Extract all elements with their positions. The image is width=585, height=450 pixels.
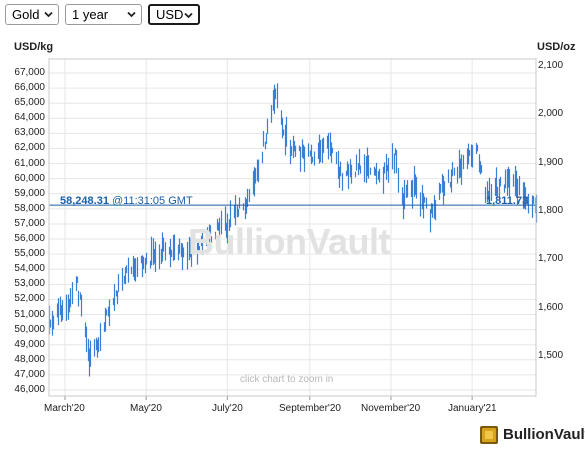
- x-axis-tick-label: November'20: [361, 403, 421, 414]
- right-axis-tick-label: 1,900: [538, 156, 564, 168]
- x-axis-tick-label: January'21: [448, 403, 497, 414]
- left-axis-tick-label: 59,000: [14, 187, 45, 199]
- brand-name: BullionVault: [503, 426, 585, 443]
- left-axis-tick-label: 65,000: [14, 97, 45, 109]
- left-axis-tick-label: 46,000: [14, 384, 45, 395]
- left-axis-tick-label: 54,000: [14, 263, 45, 275]
- left-axis-tick-label: 47,000: [14, 368, 45, 380]
- left-axis-tick-label: 56,000: [14, 233, 45, 245]
- x-axis-tick-label: September'20: [279, 403, 341, 414]
- left-axis-tick-label: 63,000: [14, 127, 45, 139]
- brand-logo[interactable]: BullionVault: [479, 425, 585, 445]
- left-axis-tick-label: 58,000: [14, 202, 45, 214]
- left-axis-tick-label: 50,000: [14, 323, 45, 335]
- left-axis-tick-label: 49,000: [14, 338, 45, 350]
- x-axis-tick-label: March'20: [44, 403, 85, 414]
- left-axis-tick-label: 48,000: [14, 353, 45, 365]
- current-price-label: 58,248.31 @11:31:05 GMT: [60, 195, 193, 207]
- current-price-value: 58,248.31: [60, 195, 109, 207]
- right-axis-tick-label: 1,500: [538, 350, 564, 361]
- left-axis-tick-label: 55,000: [14, 248, 45, 260]
- right-axis-tick-label: 1,600: [538, 301, 564, 313]
- right-axis-tick-label: 1,800: [538, 205, 564, 216]
- left-axis-tick-label: 64,000: [14, 112, 45, 124]
- x-axis-tick-label: May'20: [130, 403, 162, 414]
- left-axis-tick-label: 66,000: [14, 82, 45, 94]
- current-price-oz: 1,811.73: [486, 195, 529, 207]
- left-axis-tick-label: 62,000: [14, 142, 45, 154]
- x-axis-tick-label: July'20: [212, 403, 243, 414]
- zoom-hint: click chart to zoom in: [240, 374, 334, 385]
- left-axis-tick-label: 60,000: [14, 172, 45, 184]
- watermark: BullionVault: [188, 221, 391, 262]
- left-axis-tick-label: 61,000: [14, 157, 45, 169]
- left-axis-tick-label: 67,000: [14, 67, 45, 78]
- left-axis-tick-label: 51,000: [14, 308, 45, 320]
- right-axis-tick-label: 1,700: [538, 253, 564, 265]
- right-axis-tick-label: 2,000: [538, 108, 564, 120]
- left-axis-tick-label: 52,000: [14, 293, 45, 305]
- left-axis-tick-label: 53,000: [14, 278, 45, 290]
- right-axis-tick-label: 2,100: [538, 60, 564, 71]
- left-axis-tick-label: 57,000: [14, 217, 45, 229]
- gold-bar-icon: [480, 426, 498, 444]
- current-price-time: @11:31:05 GMT: [112, 195, 193, 207]
